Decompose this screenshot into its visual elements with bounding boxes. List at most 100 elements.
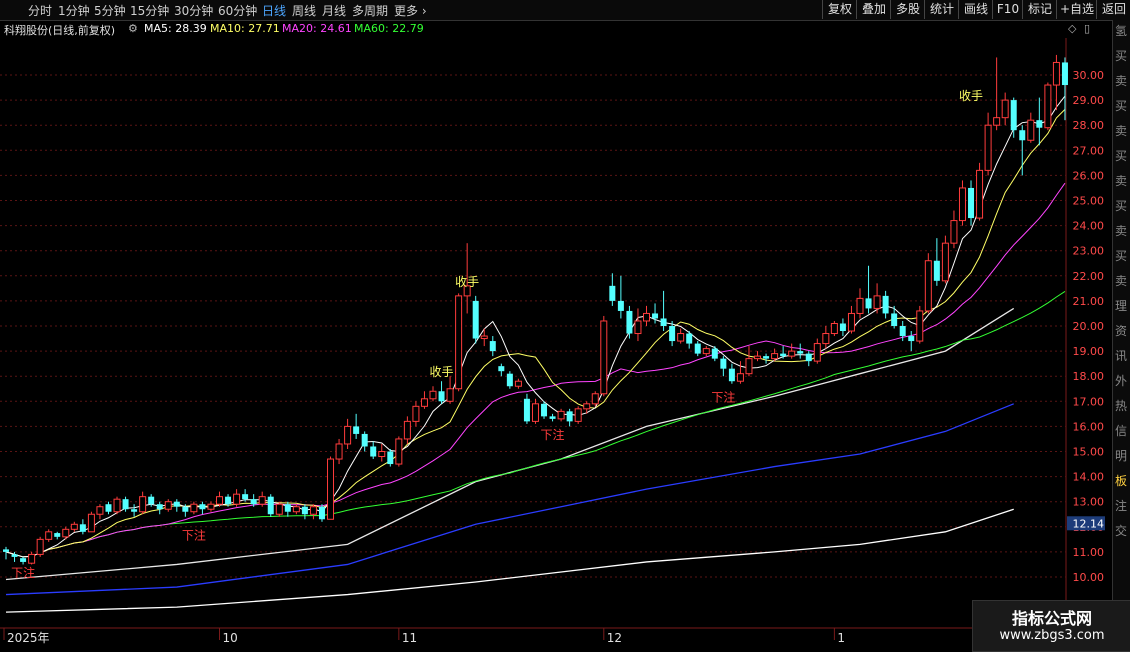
side-panel-item[interactable]: 板 <box>1115 472 1127 489</box>
candle-body-down <box>797 351 804 354</box>
y-tick-label: 21.00 <box>1073 295 1105 308</box>
candle-body-up <box>403 420 411 440</box>
expand-diamond-icon[interactable]: ◇ <box>1068 22 1076 35</box>
tool-button-8[interactable]: 返回 <box>1096 0 1130 19</box>
kline-chart[interactable]: 下注下注收手收手下注下注收手 30.0029.0028.0027.0026.00… <box>0 0 1130 650</box>
candle-body-down <box>301 506 308 515</box>
tool-button-1[interactable]: 叠加 <box>856 0 891 19</box>
side-panel-item[interactable]: 卖 <box>1115 122 1127 139</box>
candle-body-down <box>105 504 112 512</box>
candle-body-up <box>70 523 78 530</box>
side-panel-item[interactable]: 卖 <box>1115 72 1127 89</box>
candle-body-down <box>882 295 889 314</box>
candle-body-down <box>617 300 624 311</box>
y-tick-label: 19.00 <box>1073 345 1105 358</box>
candle-body-down <box>267 496 274 515</box>
tool-button-2[interactable]: 多股 <box>890 0 925 19</box>
period-tab-8[interactable]: 月线 <box>322 2 346 19</box>
settings-gear-icon[interactable]: ⚙ <box>128 22 138 35</box>
side-panel-item[interactable]: 卖 <box>1115 272 1127 289</box>
candle-body-up <box>28 553 36 564</box>
side-panel-item[interactable]: 买 <box>1115 247 1127 264</box>
tool-button-3[interactable]: 统计 <box>924 0 959 19</box>
side-panel-item[interactable]: 买 <box>1115 197 1127 214</box>
y-tick-label: 27.00 <box>1073 144 1105 157</box>
side-panel-item[interactable]: 买 <box>1115 47 1127 64</box>
tool-button-0[interactable]: 复权 <box>822 0 857 19</box>
side-panel-item[interactable]: 明 <box>1115 447 1127 464</box>
candle-body-up <box>164 501 172 510</box>
candle-body-down <box>173 501 180 507</box>
side-panel-item[interactable]: 买 <box>1115 97 1127 114</box>
candle-body-down <box>865 298 872 309</box>
side-panel-item[interactable]: 注 <box>1115 497 1127 514</box>
ma20-value: MA20: 24.61 <box>282 22 352 35</box>
candle-body-down <box>250 499 257 505</box>
side-panel-item[interactable]: 信 <box>1115 422 1127 439</box>
period-tab-7[interactable]: 周线 <box>292 2 316 19</box>
candle-body-up <box>420 398 428 407</box>
candle-body-down <box>660 318 667 326</box>
candle-body-up <box>788 350 796 357</box>
side-panel-item[interactable]: 热 <box>1115 397 1127 414</box>
candle-body-up <box>557 410 565 420</box>
candle-body-down <box>728 368 735 382</box>
period-tab-3[interactable]: 15分钟 <box>130 2 169 19</box>
x-tick-label: 2025年 <box>7 631 50 645</box>
period-tab-6[interactable]: 日线 <box>262 2 286 19</box>
side-panel-item[interactable]: 买 <box>1115 147 1127 164</box>
y-tick-label: 11.00 <box>1073 546 1105 559</box>
candle-body-up <box>958 187 966 222</box>
side-panel-item[interactable]: 卖 <box>1115 222 1127 239</box>
candle-body-up <box>574 408 582 422</box>
y-tick-label: 25.00 <box>1073 195 1105 208</box>
candle-body-up <box>480 335 488 340</box>
tool-button-6[interactable]: 标记 <box>1022 0 1057 19</box>
period-tab-9[interactable]: 多周期 <box>352 2 388 19</box>
tool-button-4[interactable]: 画线 <box>958 0 993 19</box>
side-panel-item[interactable]: 资 <box>1115 322 1127 339</box>
period-tab-4[interactable]: 30分钟 <box>174 2 213 19</box>
candle-body-up <box>583 403 591 410</box>
ma10-line <box>5 109 1066 558</box>
side-panel-item[interactable]: 交 <box>1115 522 1127 539</box>
candle-body-up <box>677 333 685 342</box>
period-tab-2[interactable]: 5分钟 <box>94 2 126 19</box>
stock-title[interactable]: 科翔股份(日线,前复权) <box>4 22 115 38</box>
candle-body-up <box>643 312 650 322</box>
side-panel-item[interactable]: 氢 <box>1115 22 1127 39</box>
candle-body-up <box>984 124 992 171</box>
candle-body-down <box>199 504 206 510</box>
period-tab-5[interactable]: 60分钟 <box>218 2 257 19</box>
window-toggle-icon[interactable]: ▯ <box>1084 22 1090 35</box>
side-panel-item[interactable]: 讯 <box>1115 347 1127 364</box>
candlesticks <box>3 54 1068 565</box>
long-moving-averages <box>5 307 1015 613</box>
candle-body-up <box>233 493 241 505</box>
candle-body-up <box>45 531 53 540</box>
tool-button-7[interactable]: +自选 <box>1056 0 1097 19</box>
candle-body-down <box>686 333 693 344</box>
candle-body-up <box>455 295 463 390</box>
candle-body-down <box>20 558 27 562</box>
y-tick-label: 23.00 <box>1073 245 1105 258</box>
y-tick-label: 18.00 <box>1073 370 1105 383</box>
candle-body-down <box>523 398 530 422</box>
candle-body-up <box>976 169 984 219</box>
candle-body-up <box>634 320 642 335</box>
candle-body-down <box>131 509 138 512</box>
tool-button-5[interactable]: F10 <box>992 0 1023 19</box>
side-panel-item[interactable]: 卖 <box>1115 172 1127 189</box>
candle-body-up <box>873 295 881 309</box>
y-tick-label: 17.00 <box>1073 395 1105 408</box>
candle-body-up <box>754 355 762 360</box>
side-panel-item[interactable]: 外 <box>1115 372 1127 389</box>
period-tab-1[interactable]: 1分钟 <box>58 2 90 19</box>
candle-body-down <box>626 310 633 334</box>
candle-body-up <box>62 528 70 538</box>
candle-body-up <box>395 438 403 465</box>
ma60-line <box>5 291 1066 558</box>
period-tab-0[interactable]: 分时 <box>28 2 52 19</box>
period-tab-10[interactable]: 更多 › <box>394 2 427 19</box>
side-panel-item[interactable]: 理 <box>1115 297 1127 314</box>
